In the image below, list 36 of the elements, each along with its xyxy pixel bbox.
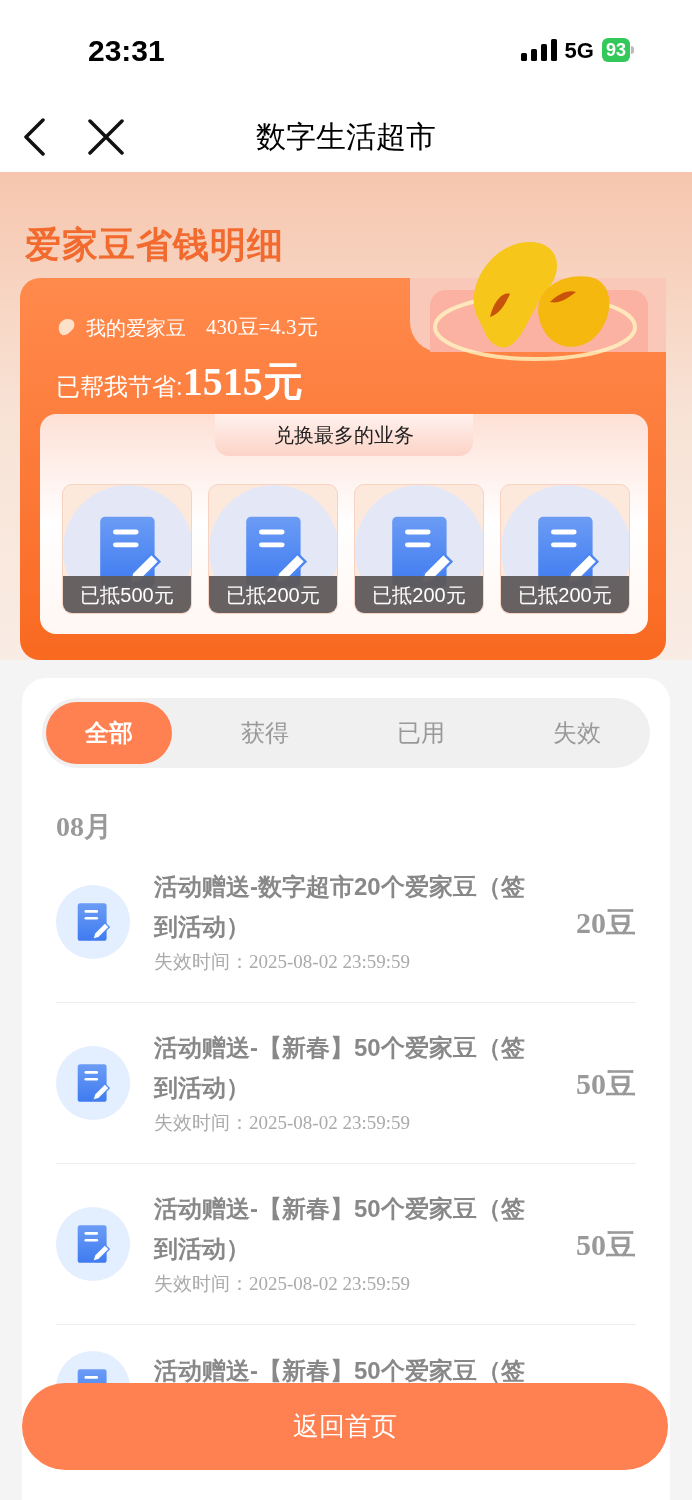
saved-amount: 1515元 [182,358,303,406]
expire-label: 失效时间： [154,1272,249,1297]
expire-time: 2025-08-02 23:59:59 [249,1272,410,1297]
filter-tab[interactable]: 获得 [202,702,328,764]
expire-time: 2025-08-02 23:59:59 [249,1111,410,1136]
expire-label: 失效时间： [154,1111,249,1136]
service-label: 已抵200元 [209,576,337,613]
home-button[interactable]: 返回首页 [22,1383,668,1470]
filter-tab[interactable]: 全部 [46,702,172,764]
service-label: 已抵500元 [63,576,191,613]
beans-value: 430豆=4.3元 [206,314,318,341]
service-label: 已抵200元 [501,576,629,613]
service-tile[interactable]: 已抵200元 [354,484,484,614]
saved-label: 已帮我节省: [56,372,183,402]
record-title: 活动赠送-【新春】50个爱家豆（签到活动） [154,1033,526,1104]
record-amount: 50豆 [576,1226,636,1263]
month-label: 08月 [56,810,113,842]
banner-heading: 爱家豆省钱明细 [25,223,284,267]
filter-tab[interactable]: 失效 [514,702,640,764]
page-title: 数字生活超市 [256,118,436,155]
record-title: 活动赠送-数字超市20个爱家豆（签到活动） [154,872,526,943]
record-amount: 50豆 [576,1065,636,1102]
service-tile[interactable]: 已抵200元 [500,484,630,614]
service-tile[interactable]: 已抵200元 [208,484,338,614]
services-title: 兑换最多的业务 [215,414,473,456]
record-title: 活动赠送-【新春】50个爱家豆（签 [154,1356,526,1386]
service-tile[interactable]: 已抵500元 [62,484,192,614]
service-label: 已抵200元 [355,576,483,613]
status-time: 23:31 [88,32,165,69]
record-title: 活动赠送-【新春】50个爱家豆（签到活动） [154,1194,526,1265]
beans-label: 我的爱家豆 [86,315,186,341]
record-amount: 20豆 [576,904,636,941]
filter-tab[interactable]: 已用 [358,702,484,764]
network-label: 5G [564,36,594,65]
expire-time: 2025-08-02 23:59:59 [249,950,410,975]
expire-label: 失效时间： [154,950,249,975]
